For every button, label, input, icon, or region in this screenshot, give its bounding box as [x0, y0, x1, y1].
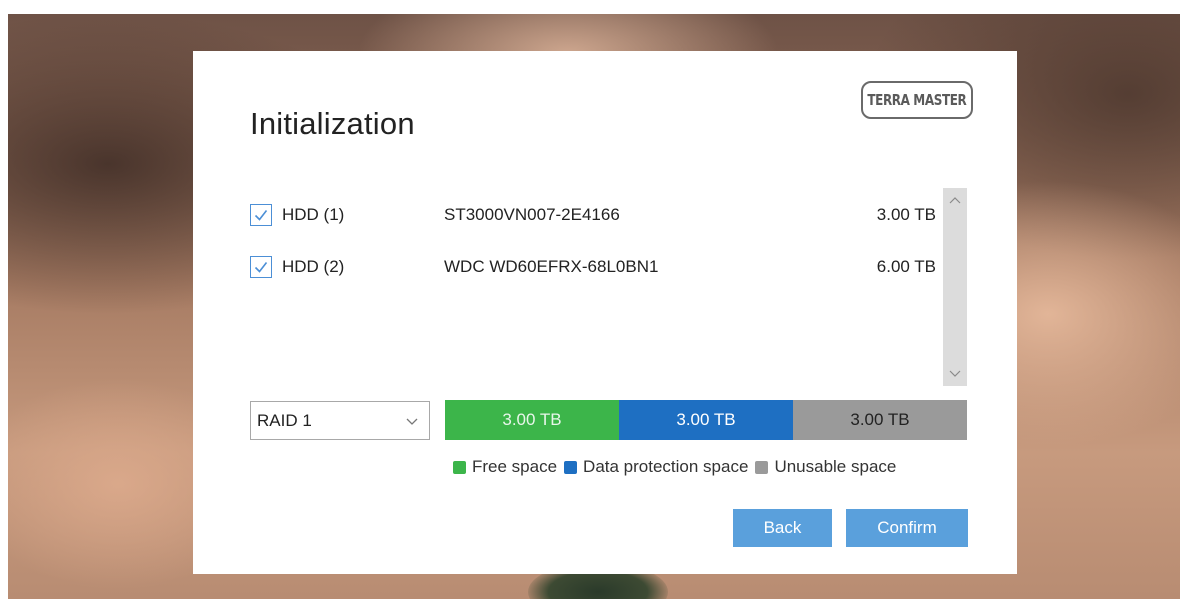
- disk-1-model: ST3000VN007-2E4166: [444, 205, 620, 224]
- checkmark-icon: [254, 210, 268, 221]
- disk-2-checkbox[interactable]: [250, 256, 272, 278]
- raid-type-select[interactable]: RAID 1: [250, 401, 430, 440]
- free-space-value: 3.00 TB: [502, 410, 562, 429]
- protection-space-value: 3.00 TB: [676, 410, 736, 429]
- back-button[interactable]: Back: [733, 509, 832, 547]
- unusable-space-segment: 3.00 TB: [793, 400, 967, 440]
- free-swatch: [453, 460, 466, 474]
- terramaster-logo: TERRA MASTER: [861, 81, 973, 119]
- scroll-up-button[interactable]: [943, 190, 967, 210]
- legend-protection-label: Data protection space: [583, 457, 749, 476]
- chevron-down-icon: [406, 418, 418, 425]
- disk-2-model: WDC WD60EFRX-68L0BN1: [444, 257, 659, 276]
- scroll-down-button[interactable]: [943, 364, 967, 384]
- disk-1-checkbox[interactable]: [250, 204, 272, 226]
- legend-free: Free space: [453, 457, 557, 477]
- capacity-legend: Free space Data protection space Unusabl…: [453, 457, 896, 477]
- checkmark-icon: [254, 262, 268, 273]
- legend-protection: Data protection space: [564, 457, 748, 477]
- legend-unusable-label: Unusable space: [774, 457, 897, 476]
- disk-1-size: 3.00 TB: [876, 205, 936, 224]
- unusable-swatch: [755, 460, 769, 474]
- free-space-segment: 3.00 TB: [445, 400, 619, 440]
- legend-unusable: Unusable space: [755, 457, 896, 477]
- raid-type-value: RAID 1: [257, 410, 312, 430]
- logo-text: TERRA MASTER: [867, 91, 967, 109]
- disk-list-scrollbar[interactable]: [943, 188, 967, 386]
- unusable-space-value: 3.00 TB: [850, 410, 910, 429]
- chevron-up-icon: [949, 197, 961, 204]
- disk-1-name: HDD (1): [282, 205, 345, 224]
- disk-2-size: 6.00 TB: [876, 257, 936, 276]
- disk-row-2: HDD (2) WDC WD60EFRX-68L0BN1 6.00 TB: [250, 252, 940, 282]
- capacity-bar: 3.00 TB 3.00 TB 3.00 TB: [445, 400, 967, 440]
- disk-list: HDD (1) ST3000VN007-2E4166 3.00 TB HDD (…: [250, 188, 967, 386]
- protection-swatch: [564, 460, 578, 474]
- initialization-dialog: Initialization TERRA MASTER HDD (1) ST30…: [193, 51, 1017, 574]
- confirm-button[interactable]: Confirm: [846, 509, 968, 547]
- disk-row-1: HDD (1) ST3000VN007-2E4166 3.00 TB: [250, 200, 940, 230]
- dialog-title: Initialization: [250, 106, 415, 141]
- chevron-down-icon: [949, 370, 961, 377]
- disk-2-name: HDD (2): [282, 257, 345, 276]
- protection-space-segment: 3.00 TB: [619, 400, 793, 440]
- legend-free-label: Free space: [472, 457, 558, 476]
